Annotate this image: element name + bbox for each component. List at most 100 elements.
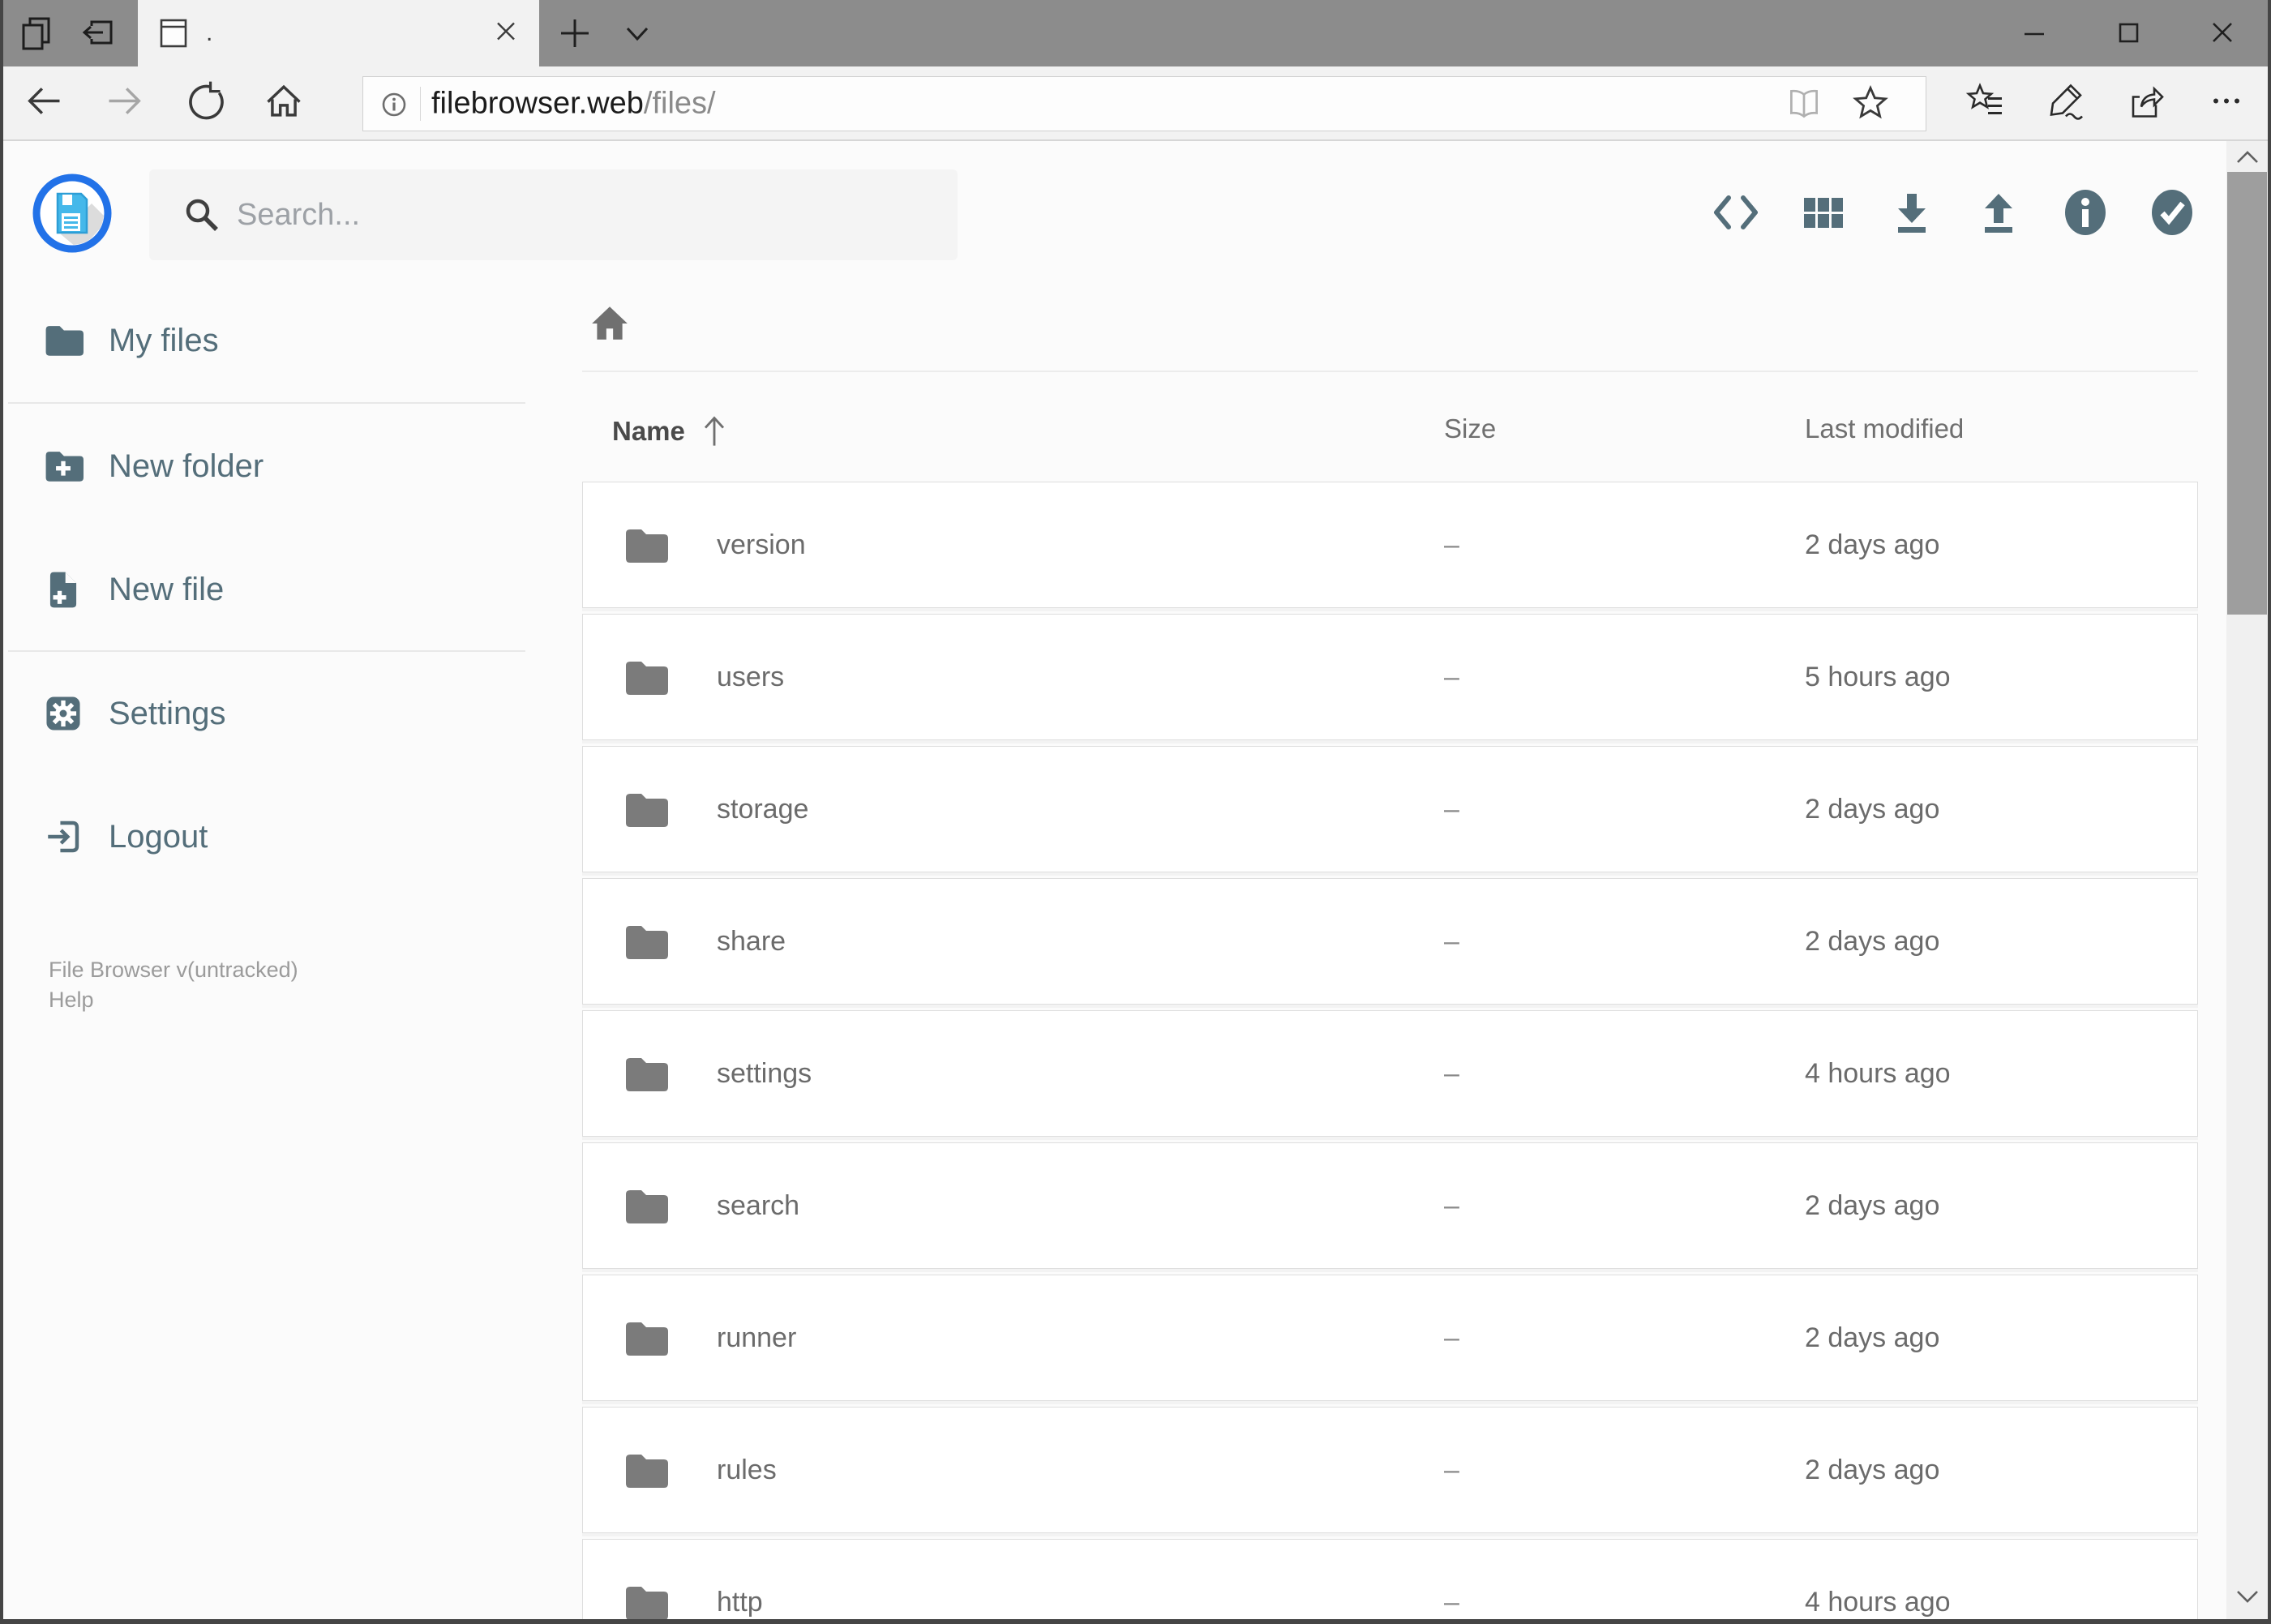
- folder-icon: [623, 1052, 668, 1097]
- sidebar-item-label: New folder: [109, 448, 264, 484]
- tabs-stack-icon: [22, 17, 50, 50]
- tab-close-button[interactable]: [494, 19, 518, 48]
- chevron-down-icon: [2236, 1591, 2258, 1603]
- new-tab-button[interactable]: [546, 0, 604, 66]
- share-icon: [2132, 86, 2164, 118]
- url-text[interactable]: filebrowser.web/files/: [431, 87, 716, 122]
- sidebar-item-label: Settings: [109, 695, 226, 731]
- reading-view-button[interactable]: [1784, 84, 1824, 128]
- url-path: /files/: [643, 86, 716, 121]
- file-size: –: [1444, 1587, 1459, 1618]
- app-version: File Browser v(untracked): [49, 958, 298, 982]
- file-name: share: [717, 926, 786, 957]
- sidebar-item-logout[interactable]: Logout: [43, 812, 208, 862]
- more-menu-button[interactable]: [2205, 79, 2248, 127]
- close-window-button[interactable]: [2180, 0, 2265, 65]
- titlebar: .: [0, 0, 2271, 66]
- back-button[interactable]: [23, 80, 65, 126]
- column-header-name[interactable]: Name: [612, 413, 731, 449]
- sidebar-footer: File Browser v(untracked) Help: [49, 955, 298, 1015]
- filebrowser-logo[interactable]: [32, 173, 113, 254]
- hub-star-icon: [1965, 83, 2002, 114]
- file-row[interactable]: runner – 2 days ago: [582, 1275, 2198, 1401]
- scroll-up-button[interactable]: [2226, 141, 2268, 174]
- file-size: –: [1444, 529, 1459, 560]
- column-header-modified[interactable]: Last modified: [1805, 413, 1964, 444]
- close-icon: [2213, 23, 2232, 42]
- star-icon: [1853, 84, 1888, 119]
- column-label: Name: [612, 416, 685, 446]
- home-button[interactable]: [263, 80, 305, 126]
- file-modified: 2 days ago: [1805, 529, 1940, 560]
- file-row[interactable]: rules – 2 days ago: [582, 1407, 2198, 1533]
- file-name: search: [717, 1190, 800, 1221]
- logout-icon: [48, 821, 79, 853]
- home-icon: [267, 84, 301, 117]
- select-multiple-button[interactable]: [2146, 187, 2198, 239]
- pen-icon: [2050, 84, 2083, 120]
- sidebar-item-new-folder[interactable]: New folder: [43, 441, 264, 491]
- upload-button[interactable]: [1973, 187, 2025, 239]
- folder-icon: [45, 326, 84, 356]
- file-row[interactable]: http – 4 hours ago: [582, 1539, 2198, 1624]
- search-icon: [186, 199, 218, 231]
- file-modified: 2 days ago: [1805, 1455, 1940, 1485]
- shell-toggle-button[interactable]: [1710, 187, 1762, 239]
- scrollbar[interactable]: [2226, 141, 2268, 1619]
- file-modified: 2 days ago: [1805, 926, 1940, 957]
- file-size: –: [1444, 794, 1459, 825]
- folder-icon: [623, 919, 668, 965]
- search-bar[interactable]: [149, 169, 958, 260]
- file-modified: 2 days ago: [1805, 1190, 1940, 1221]
- column-label: Last modified: [1805, 413, 1965, 443]
- share-button[interactable]: [2123, 79, 2167, 127]
- scrollbar-thumb[interactable]: [2227, 172, 2267, 615]
- file-modified: 5 hours ago: [1805, 662, 1951, 692]
- site-info-icon[interactable]: [377, 88, 411, 122]
- maximize-icon: [2119, 23, 2139, 43]
- help-link[interactable]: Help: [49, 985, 298, 1015]
- folder-icon: [623, 523, 668, 568]
- web-note-button[interactable]: [2043, 79, 2087, 127]
- breadcrumb-home[interactable]: [589, 302, 631, 344]
- sidebar-item-label: My files: [109, 322, 219, 358]
- refresh-button[interactable]: [183, 80, 225, 126]
- arrow-right-icon: [109, 88, 141, 114]
- file-row[interactable]: settings – 4 hours ago: [582, 1010, 2198, 1137]
- maximize-button[interactable]: [2086, 0, 2170, 65]
- url-divider: [420, 87, 421, 121]
- file-row[interactable]: share – 2 days ago: [582, 878, 2198, 1005]
- sidebar-item-new-file[interactable]: New file: [43, 564, 224, 615]
- code-icon: [1714, 195, 1758, 229]
- file-name: rules: [717, 1455, 777, 1485]
- sidebar-item-label: New file: [109, 571, 225, 607]
- info-button[interactable]: [2059, 187, 2111, 239]
- set-tabs-aside-button[interactable]: [69, 0, 127, 66]
- tab-preview-toggle[interactable]: [608, 0, 666, 66]
- download-button[interactable]: [1886, 187, 1938, 239]
- grid-view-button[interactable]: [1798, 187, 1849, 239]
- file-size: –: [1444, 1322, 1459, 1353]
- forward-button[interactable]: [104, 80, 146, 126]
- folder-plus-icon: [45, 452, 84, 482]
- more-dots-icon: [2213, 98, 2239, 104]
- sidebar-item-my-files[interactable]: My files: [43, 315, 219, 366]
- column-header-size[interactable]: Size: [1444, 413, 1496, 444]
- file-row[interactable]: storage – 2 days ago: [582, 746, 2198, 872]
- search-input[interactable]: [237, 169, 934, 260]
- address-bar[interactable]: filebrowser.web/files/: [362, 76, 1926, 131]
- favorites-hub-button[interactable]: [1964, 79, 2007, 127]
- file-row[interactable]: search – 2 days ago: [582, 1142, 2198, 1269]
- scroll-down-button[interactable]: [2226, 1580, 2268, 1613]
- sidebar-item-settings[interactable]: Settings: [43, 688, 226, 739]
- file-row[interactable]: users – 5 hours ago: [582, 614, 2198, 740]
- add-favorite-button[interactable]: [1849, 83, 1892, 129]
- file-name: http: [717, 1587, 763, 1618]
- column-label: Size: [1444, 413, 1497, 443]
- file-size: –: [1444, 1058, 1459, 1089]
- book-icon: [1790, 89, 1818, 118]
- tabs-aside-list-button[interactable]: [7, 0, 66, 66]
- browser-tab[interactable]: .: [138, 0, 539, 66]
- file-row[interactable]: version – 2 days ago: [582, 482, 2198, 608]
- minimize-button[interactable]: [1992, 0, 2076, 65]
